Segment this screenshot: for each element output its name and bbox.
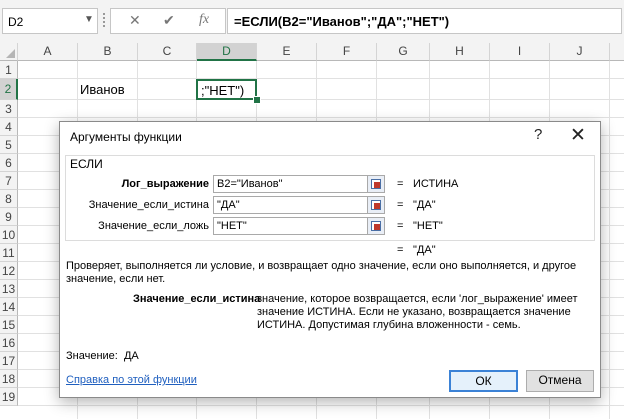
row-header-1[interactable]: 1 [0, 61, 18, 79]
row-header-14[interactable]: 14 [0, 298, 18, 316]
row-header-2[interactable]: 2 [0, 79, 18, 100]
select-all-icon [6, 49, 15, 58]
value-line: Значение: ДА [66, 350, 139, 362]
row-header-5[interactable]: 5 [0, 136, 18, 154]
function-name: ЕСЛИ [70, 157, 103, 171]
column-header-i[interactable]: I [490, 43, 550, 61]
close-icon[interactable]: ✕ [570, 124, 586, 147]
chevron-down-icon[interactable]: ▼ [84, 14, 94, 25]
arg-equals-sign: = [397, 178, 404, 190]
select-all-corner[interactable] [0, 43, 18, 61]
name-box-value: D2 [8, 15, 24, 29]
collapse-dialog-button-2[interactable] [367, 196, 385, 214]
fill-handle[interactable] [253, 96, 261, 104]
row-header-9[interactable]: 9 [0, 208, 18, 226]
function-arguments-dialog: Аргументы функции ? ✕ ЕСЛИ Лог_выражение… [59, 121, 601, 398]
formula-bar: D2 ▼ ✕ ✔ fx =ЕСЛИ(B2="Иванов";"ДА";"НЕТ"… [0, 0, 624, 44]
function-description: Проверяет, выполняется ли условие, и воз… [66, 260, 577, 285]
column-header-b[interactable]: B [78, 43, 138, 61]
column-header-f[interactable]: F [317, 43, 377, 61]
formula-input[interactable]: =ЕСЛИ(B2="Иванов";"ДА";"НЕТ") [227, 8, 622, 34]
formula-buttons: ✕ ✔ fx [110, 8, 226, 34]
row-header-15[interactable]: 15 [0, 316, 18, 334]
arg-result-logical-test: ИСТИНА [413, 178, 459, 190]
help-icon[interactable]: ? [534, 126, 542, 143]
name-box[interactable]: D2 ▼ [2, 8, 98, 34]
row-header-6[interactable]: 6 [0, 154, 18, 172]
value-result: ДА [123, 350, 139, 362]
arg-label-value-if-false: Значение_если_ложь [98, 220, 209, 232]
ok-button[interactable]: ОК [449, 370, 518, 392]
column-header-d[interactable]: D [197, 43, 257, 61]
row-header-10[interactable]: 10 [0, 226, 18, 244]
arg-result-value-if-true: "ДА" [413, 199, 436, 211]
formula-result-preview: "ДА" [413, 244, 436, 256]
cancel-icon[interactable]: ✕ [129, 12, 141, 29]
drag-handle[interactable] [103, 13, 105, 29]
arg-label-logical-test: Лог_выражение [121, 178, 209, 190]
column-header-extra[interactable] [610, 43, 624, 61]
grid-vline [609, 61, 610, 419]
collapse-dialog-button-1[interactable] [367, 175, 385, 193]
range-select-marker [374, 203, 380, 209]
value-label: Значение: [66, 350, 118, 362]
row-header-13[interactable]: 13 [0, 280, 18, 298]
row-header-3[interactable]: 3 [0, 100, 18, 118]
current-argument-name: Значение_если_истина [133, 293, 261, 305]
column-header-j[interactable]: J [550, 43, 610, 61]
formula-result-equals: = [397, 244, 404, 256]
active-cell-d2[interactable]: ;"НЕТ") [196, 79, 257, 100]
row-header-17[interactable]: 17 [0, 352, 18, 370]
check-icon[interactable]: ✔ [163, 12, 175, 29]
row-header-18[interactable]: 18 [0, 370, 18, 388]
arg-label-value-if-true: Значение_если_истина [88, 199, 209, 211]
formula-text: =ЕСЛИ(B2="Иванов";"ДА";"НЕТ") [234, 14, 450, 29]
active-cell-text: ;"НЕТ") [201, 83, 245, 98]
arg-input-logical-test[interactable]: B2="Иванов" [213, 175, 385, 193]
arg-equals-sign: = [397, 220, 404, 232]
grid-hline [18, 117, 624, 118]
cancel-button[interactable]: Отмена [526, 370, 594, 392]
row-header-8[interactable]: 8 [0, 190, 18, 208]
column-header-a[interactable]: A [18, 43, 78, 61]
column-header-e[interactable]: E [257, 43, 317, 61]
column-header-h[interactable]: H [430, 43, 490, 61]
column-header-g[interactable]: G [377, 43, 430, 61]
current-argument-description: значение, которое возвращается, если 'ло… [257, 293, 578, 331]
arg-input-value-if-true[interactable]: "ДА" [213, 196, 385, 214]
row-header-11[interactable]: 11 [0, 244, 18, 262]
column-header-c[interactable]: C [138, 43, 197, 61]
arg-result-value-if-false: "НЕТ" [413, 220, 443, 232]
grid-hline [18, 99, 624, 100]
row-header-7[interactable]: 7 [0, 172, 18, 190]
dialog-title: Аргументы функции [70, 130, 182, 144]
arg-input-value-if-false[interactable]: "НЕТ" [213, 217, 385, 235]
grid-hline [18, 78, 624, 79]
arg-equals-sign: = [397, 199, 404, 211]
range-select-marker [374, 224, 380, 230]
range-select-marker [374, 182, 380, 188]
help-link[interactable]: Справка по этой функции [66, 374, 197, 386]
row-header-4[interactable]: 4 [0, 118, 18, 136]
collapse-dialog-button-3[interactable] [367, 217, 385, 235]
row-header-12[interactable]: 12 [0, 262, 18, 280]
row-header-19[interactable]: 19 [0, 388, 18, 406]
fx-icon[interactable]: fx [199, 12, 209, 28]
row-header-16[interactable]: 16 [0, 334, 18, 352]
cell-b2[interactable]: Иванов [80, 82, 125, 97]
grid-hline [18, 405, 624, 406]
